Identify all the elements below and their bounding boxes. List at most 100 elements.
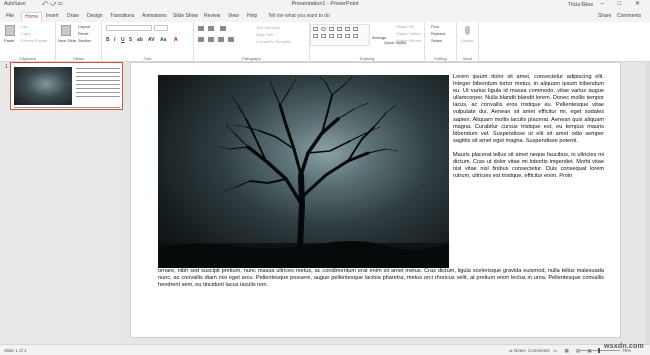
bold-button[interactable]: B xyxy=(106,37,110,43)
justify-icon[interactable] xyxy=(228,37,234,42)
status-bar: Slide 1 of 1 ≐ Notes Comments ▭ ▦ ▤ ▣ 75… xyxy=(0,344,650,355)
tree-silhouette-icon xyxy=(158,76,449,268)
shape-rect-icon[interactable] xyxy=(313,27,318,31)
text-direction-button[interactable]: Text Direction xyxy=(256,25,280,30)
shape-fill-button[interactable]: Shape Fill xyxy=(396,24,414,29)
ribbon-tabs: File Home Insert Draw Design Transitions… xyxy=(0,11,650,22)
tab-transitions[interactable]: Transitions xyxy=(110,13,134,19)
select-button[interactable]: Select xyxy=(431,38,442,43)
tree-photo[interactable] xyxy=(158,75,449,268)
bullets-icon[interactable] xyxy=(198,26,204,31)
font-name-box[interactable] xyxy=(106,25,152,31)
slide-thumbnail[interactable] xyxy=(10,62,123,110)
slide[interactable]: Lorem ipsum dolor sit amet, consectetur … xyxy=(130,62,621,338)
underline-button[interactable]: U xyxy=(121,37,125,43)
vertical-scrollbar[interactable] xyxy=(646,62,650,344)
thumbnail-text-line xyxy=(76,68,120,69)
shape-arrow-icon[interactable] xyxy=(337,27,342,31)
comments-button[interactable]: Comments xyxy=(617,13,641,19)
tab-draw[interactable]: Draw xyxy=(67,13,79,19)
shape-star-icon[interactable] xyxy=(321,34,326,38)
dictate-button[interactable]: Dictate xyxy=(461,38,473,43)
share-button[interactable]: Share xyxy=(598,13,611,19)
editing-label: Editing xyxy=(434,56,447,61)
thumbnail-text-line xyxy=(76,92,120,93)
shape-curve-icon[interactable] xyxy=(353,27,358,31)
char-spacing-button[interactable]: AV xyxy=(148,37,155,43)
tab-file[interactable]: File xyxy=(6,13,14,19)
replace-button[interactable]: Replace xyxy=(431,31,446,36)
copy-button[interactable]: Copy xyxy=(21,31,30,36)
font-color-button[interactable]: A xyxy=(174,37,178,43)
shape-effects-button[interactable]: Shape Effects xyxy=(396,38,421,43)
zoom-slider[interactable] xyxy=(580,350,620,351)
tell-me-search[interactable]: Tell me what you want to do xyxy=(268,13,330,19)
tab-design[interactable]: Design xyxy=(87,13,103,19)
shape-oval-icon[interactable] xyxy=(321,27,326,31)
layout-button[interactable]: Layout xyxy=(78,24,90,29)
tab-insert[interactable]: Insert xyxy=(46,13,59,19)
thumbnail-number: 1 xyxy=(5,64,8,70)
font-size-box[interactable] xyxy=(154,25,168,31)
slide-thumbnail-pane: 1 xyxy=(0,62,124,344)
thumbnail-text-line xyxy=(76,72,120,73)
ab-button[interactable]: ab xyxy=(137,37,143,43)
tab-help[interactable]: Help xyxy=(247,13,257,19)
cut-button[interactable]: Cut xyxy=(21,24,27,29)
shapes-gallery[interactable] xyxy=(310,24,370,46)
shape-triangle-icon[interactable] xyxy=(345,27,350,31)
status-comments-button[interactable]: Comments xyxy=(528,348,550,353)
section-button[interactable]: Section xyxy=(78,38,91,43)
convert-smartart-button[interactable]: Convert to SmartArt xyxy=(256,39,291,44)
side-paragraph-1: Lorem ipsum dolor sit amet, consectetur … xyxy=(453,74,604,144)
editing-group: Find Replace Select Editing xyxy=(425,22,457,62)
bottom-text-box[interactable]: ornare, nibh sed suscipit pretium, nunc … xyxy=(158,268,604,289)
window-controls[interactable]: ▭ – □ ✕ xyxy=(581,0,646,7)
shape-block-icon[interactable] xyxy=(345,34,350,38)
numbering-icon[interactable] xyxy=(208,26,214,31)
thumbnail-text-line xyxy=(76,88,120,89)
tab-home[interactable]: Home xyxy=(21,12,43,22)
paste-button[interactable]: Paste xyxy=(4,38,14,43)
side-text-box[interactable]: Lorem ipsum dolor sit amet, consectetur … xyxy=(453,74,604,187)
view-buttons[interactable]: ▭ ▦ ▤ ▣ xyxy=(553,348,595,354)
thumbnail-text-line xyxy=(14,107,120,108)
powerpoint-window: AutoSave ⤺ ⤻ ▭ Presentation1 - PowerPoin… xyxy=(0,0,650,355)
strikethrough-button[interactable]: S xyxy=(129,37,132,43)
shape-bracket-icon[interactable] xyxy=(337,34,342,38)
shape-more-icon[interactable] xyxy=(353,34,358,38)
reset-button[interactable]: Reset xyxy=(78,31,88,36)
tab-slide-show[interactable]: Slide Show xyxy=(173,13,198,19)
thumbnail-image xyxy=(14,67,72,105)
italic-button[interactable]: I xyxy=(114,37,115,43)
new-slide-button[interactable]: New Slide xyxy=(58,38,76,43)
new-slide-icon xyxy=(61,25,71,36)
notes-button[interactable]: ≐ Notes xyxy=(509,348,526,354)
tab-animations[interactable]: Animations xyxy=(142,13,167,19)
font-label: Font xyxy=(143,56,152,61)
format-painter-button[interactable]: Format Painter xyxy=(21,38,47,43)
zoom-slider-knob[interactable] xyxy=(598,348,600,353)
paragraph-label: Paragraph xyxy=(242,56,261,61)
drawing-label: Drawing xyxy=(359,56,375,61)
microphone-icon xyxy=(465,26,470,35)
side-paragraph-2: Mauris placerat tellus sit amet neque fa… xyxy=(453,151,604,180)
change-case-button[interactable]: Aa xyxy=(160,37,166,43)
indent-icon[interactable] xyxy=(220,26,226,31)
tab-review[interactable]: Review xyxy=(204,13,220,19)
tab-view[interactable]: View xyxy=(228,13,239,19)
align-center-icon[interactable] xyxy=(208,37,214,42)
thumbnail-text-line xyxy=(76,76,120,77)
shape-callout-icon[interactable] xyxy=(329,34,334,38)
voice-group: Dictate Voice xyxy=(457,22,479,62)
slides-label: Slides xyxy=(73,56,84,61)
voice-label: Voice xyxy=(462,56,473,61)
shape-line-icon[interactable] xyxy=(329,27,334,31)
align-text-button[interactable]: Align Text xyxy=(256,32,273,37)
slides-group: New Slide Layout Reset Section Slides xyxy=(56,22,102,62)
align-left-icon[interactable] xyxy=(198,37,204,42)
shape-outline-button[interactable]: Shape Outline xyxy=(396,31,421,36)
shape-brace-icon[interactable] xyxy=(313,34,318,38)
align-right-icon[interactable] xyxy=(218,37,224,42)
find-button[interactable]: Find xyxy=(431,24,439,29)
